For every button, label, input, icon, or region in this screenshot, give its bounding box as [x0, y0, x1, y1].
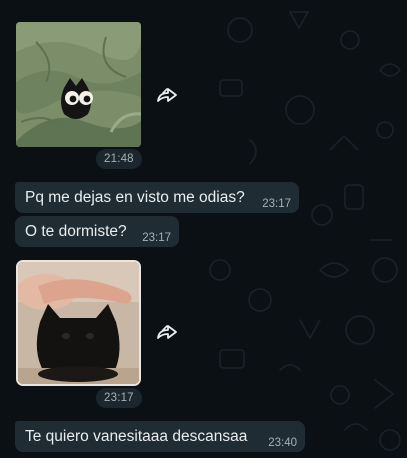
incoming-text-message[interactable]: Pq me dejas en visto me odias? 23:17 — [15, 182, 299, 213]
message-timestamp: 21:48 — [96, 149, 142, 169]
cat-photo-image — [18, 262, 139, 384]
message-text: Te quiero vanesitaaa descansaa — [25, 428, 248, 445]
message-text: O te dormiste? — [25, 223, 127, 240]
incoming-text-message[interactable]: O te dormiste? 23:17 — [15, 216, 179, 247]
owl-sticker-image — [16, 22, 141, 147]
message-timestamp: 23:17 — [262, 198, 291, 210]
incoming-text-message[interactable]: Te quiero vanesitaaa descansaa 23:40 — [15, 421, 305, 452]
message-text: Pq me dejas en visto me odias? — [25, 189, 245, 206]
sticker-message-owl[interactable] — [16, 22, 141, 147]
chat-messages: 21:48 Pq me dejas en visto me odias? 23:… — [0, 0, 407, 458]
message-timestamp: 23:17 — [142, 232, 171, 244]
photo-message-cat[interactable] — [16, 260, 141, 386]
message-timestamp: 23:40 — [268, 437, 297, 449]
forward-arrow-icon[interactable] — [156, 323, 178, 341]
message-timestamp: 23:17 — [96, 388, 142, 408]
forward-arrow-icon[interactable] — [156, 86, 178, 104]
